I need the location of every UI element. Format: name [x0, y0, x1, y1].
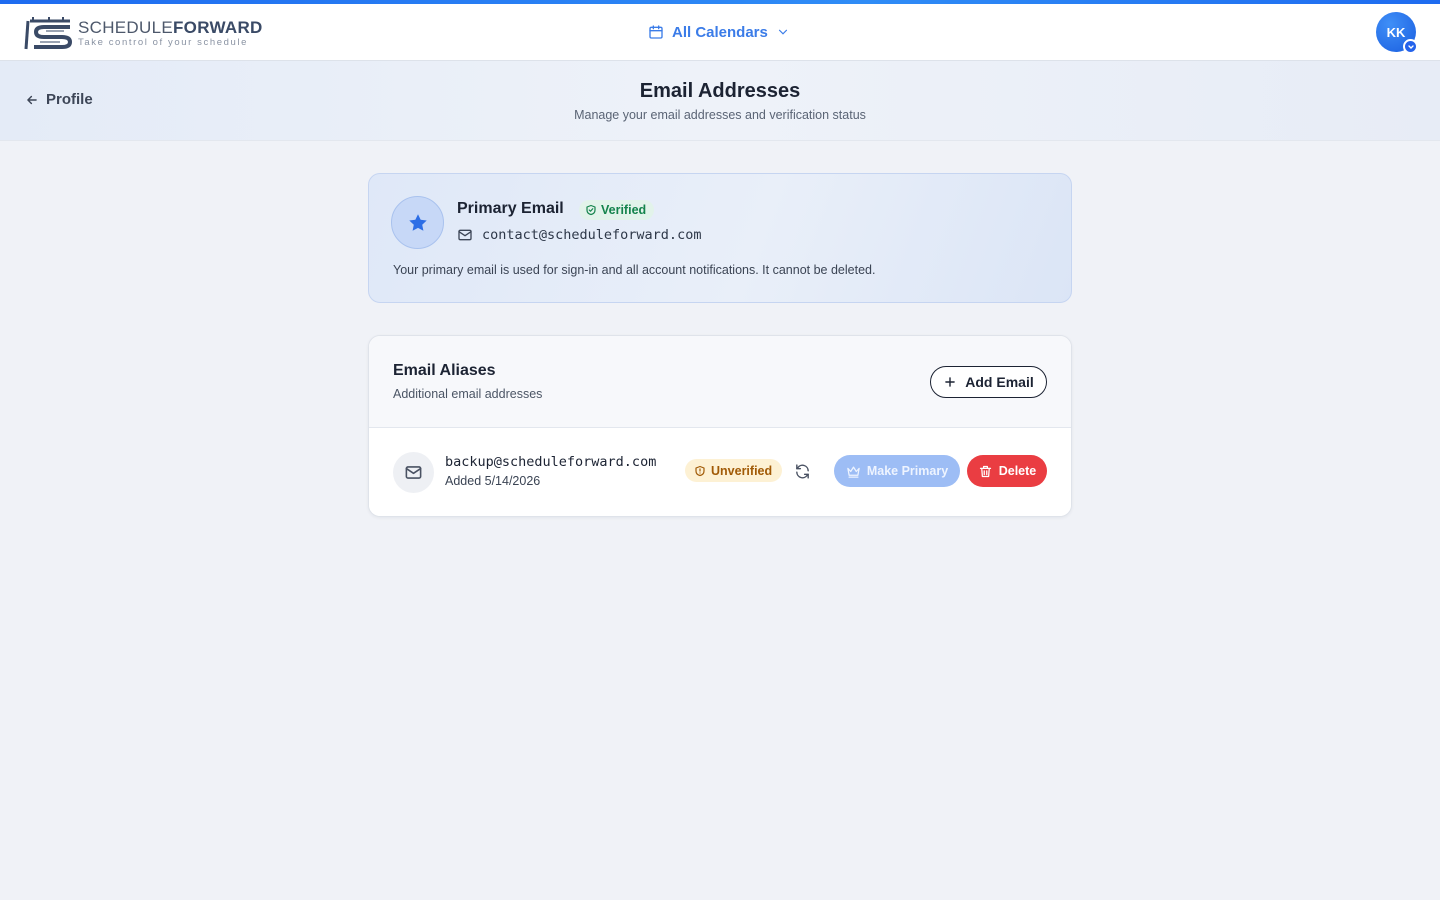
resend-verification-button[interactable]: [792, 461, 812, 481]
unverified-badge: Unverified: [685, 459, 783, 482]
shield-check-icon: [586, 204, 596, 216]
primary-star-badge: [391, 196, 444, 249]
chevron-down-icon: [778, 29, 787, 35]
primary-email-row: contact@scheduleforward.com: [457, 227, 701, 243]
mail-icon: [458, 229, 472, 241]
top-navbar: SCHEDULEFORWARD Take control of your sch…: [0, 4, 1440, 61]
make-primary-label: Make Primary: [866, 464, 949, 478]
verified-badge-label: Verified: [601, 203, 647, 217]
add-email-button[interactable]: Add Email: [930, 366, 1047, 398]
page-header: Profile Email Addresses Manage your emai…: [0, 61, 1440, 141]
calendar-icon: [649, 25, 663, 39]
star-icon: [408, 213, 427, 231]
logo-mark-icon: [24, 17, 73, 50]
add-email-label: Add Email: [965, 374, 1034, 390]
alias-added-date: Added 5/14/2026: [445, 474, 541, 488]
crown-icon: [847, 466, 860, 478]
primary-email-note: Your primary email is used for sign-in a…: [393, 263, 876, 277]
primary-email-address: contact@scheduleforward.com: [482, 227, 702, 243]
brand-tagline: Take control of your schedule: [78, 36, 248, 48]
page-title: Email Addresses: [639, 80, 801, 102]
make-primary-button[interactable]: Make Primary: [834, 455, 960, 487]
primary-email-title: Primary Email: [457, 200, 564, 217]
avatar-initials: KK: [1386, 24, 1406, 40]
unverified-badge-label: Unverified: [711, 463, 773, 478]
alias-email-address: backup@scheduleforward.com: [445, 454, 657, 470]
brand-logo[interactable]: SCHEDULEFORWARD Take control of your sch…: [24, 14, 263, 52]
page-subtitle: Manage your email addresses and verifica…: [574, 108, 866, 122]
verified-badge: Verified: [579, 200, 655, 220]
delete-alias-button[interactable]: Delete: [967, 455, 1047, 487]
trash-icon: [979, 465, 991, 477]
calendar-selector[interactable]: All Calendars: [648, 20, 790, 44]
primary-email-card: Primary Email Verified contact@schedulef…: [368, 173, 1072, 303]
brand-name: SCHEDULEFORWARD: [78, 17, 263, 37]
chevron-down-icon: [1407, 44, 1414, 49]
delete-label: Delete: [998, 464, 1037, 478]
email-aliases-title: Email Aliases: [393, 362, 496, 379]
email-aliases-header: Email Aliases Additional email addresses…: [369, 336, 1071, 428]
alias-mail-badge: [393, 452, 434, 493]
shield-alert-icon: [695, 465, 705, 476]
alias-list-item: backup@scheduleforward.com Added 5/14/20…: [369, 428, 1071, 516]
mail-icon: [405, 466, 422, 479]
email-aliases-card: Email Aliases Additional email addresses…: [368, 335, 1072, 517]
refresh-icon: [795, 463, 809, 479]
user-avatar[interactable]: KK: [1376, 12, 1418, 54]
email-aliases-subtitle: Additional email addresses: [393, 387, 543, 401]
calendar-selector-label: All Calendars: [672, 23, 768, 41]
plus-icon: [945, 377, 956, 387]
avatar-menu-badge: [1403, 39, 1418, 54]
